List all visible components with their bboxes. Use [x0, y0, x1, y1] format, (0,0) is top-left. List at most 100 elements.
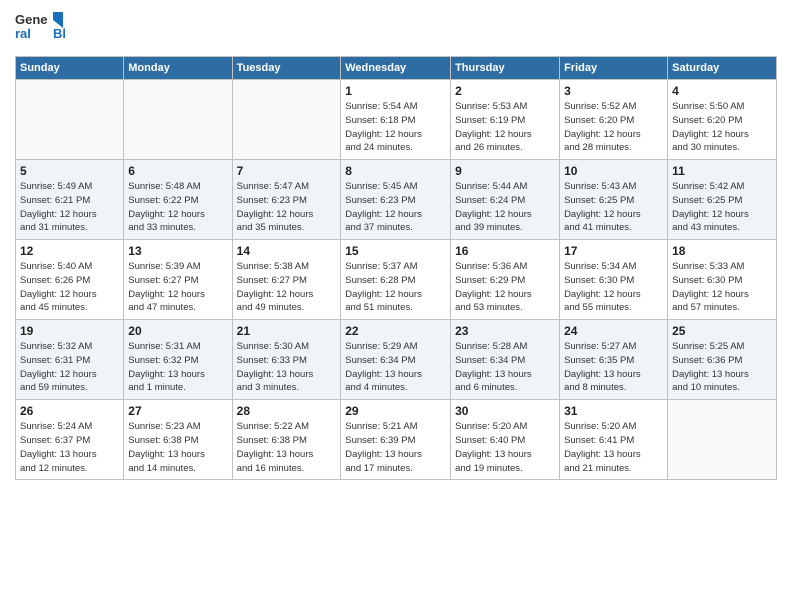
day-number: 7 [237, 164, 337, 178]
day-number: 16 [455, 244, 555, 258]
day-info: Sunrise: 5:20 AMSunset: 6:40 PMDaylight:… [455, 420, 555, 475]
weekday-header-sunday: Sunday [16, 57, 124, 80]
day-info: Sunrise: 5:28 AMSunset: 6:34 PMDaylight:… [455, 340, 555, 395]
calendar-cell: 26 Sunrise: 5:24 AMSunset: 6:37 PMDayligh… [16, 400, 124, 480]
day-info: Sunrise: 5:53 AMSunset: 6:19 PMDaylight:… [455, 100, 555, 155]
day-info: Sunrise: 5:50 AMSunset: 6:20 PMDaylight:… [672, 100, 772, 155]
day-number: 17 [564, 244, 663, 258]
day-number: 27 [128, 404, 227, 418]
day-number: 31 [564, 404, 663, 418]
day-number: 28 [237, 404, 337, 418]
day-info: Sunrise: 5:24 AMSunset: 6:37 PMDaylight:… [20, 420, 119, 475]
page-header: Gene ral Blue [15, 10, 777, 48]
day-number: 2 [455, 84, 555, 98]
day-number: 30 [455, 404, 555, 418]
weekday-header-thursday: Thursday [451, 57, 560, 80]
day-info: Sunrise: 5:39 AMSunset: 6:27 PMDaylight:… [128, 260, 227, 315]
calendar-week-3: 12 Sunrise: 5:40 AMSunset: 6:26 PMDayligh… [16, 240, 777, 320]
day-number: 29 [345, 404, 446, 418]
calendar-cell: 14 Sunrise: 5:38 AMSunset: 6:27 PMDayligh… [232, 240, 341, 320]
day-info: Sunrise: 5:44 AMSunset: 6:24 PMDaylight:… [455, 180, 555, 235]
day-number: 3 [564, 84, 663, 98]
day-info: Sunrise: 5:54 AMSunset: 6:18 PMDaylight:… [345, 100, 446, 155]
day-info: Sunrise: 5:33 AMSunset: 6:30 PMDaylight:… [672, 260, 772, 315]
day-info: Sunrise: 5:38 AMSunset: 6:27 PMDaylight:… [237, 260, 337, 315]
calendar-cell: 6 Sunrise: 5:48 AMSunset: 6:22 PMDaylight… [124, 160, 232, 240]
day-number: 21 [237, 324, 337, 338]
calendar-cell: 11 Sunrise: 5:42 AMSunset: 6:25 PMDayligh… [668, 160, 777, 240]
calendar-cell [668, 400, 777, 480]
day-number: 22 [345, 324, 446, 338]
day-number: 9 [455, 164, 555, 178]
day-number: 4 [672, 84, 772, 98]
day-number: 6 [128, 164, 227, 178]
day-info: Sunrise: 5:22 AMSunset: 6:38 PMDaylight:… [237, 420, 337, 475]
svg-text:ral: ral [15, 26, 31, 41]
calendar-cell: 22Sunrise: 5:29 AMSunset: 6:34 PMDayligh… [341, 320, 451, 400]
calendar-week-1: 1 Sunrise: 5:54 AMSunset: 6:18 PMDaylight… [16, 80, 777, 160]
day-info: Sunrise: 5:23 AMSunset: 6:38 PMDaylight:… [128, 420, 227, 475]
calendar-cell [16, 80, 124, 160]
day-info: Sunrise: 5:27 AMSunset: 6:35 PMDaylight:… [564, 340, 663, 395]
day-number: 1 [345, 84, 446, 98]
calendar-cell: 18 Sunrise: 5:33 AMSunset: 6:30 PMDayligh… [668, 240, 777, 320]
calendar-cell: 20 Sunrise: 5:31 AMSunset: 6:32 PMDayligh… [124, 320, 232, 400]
calendar-cell: 1 Sunrise: 5:54 AMSunset: 6:18 PMDaylight… [341, 80, 451, 160]
calendar-cell: 30 Sunrise: 5:20 AMSunset: 6:40 PMDayligh… [451, 400, 560, 480]
day-info: Sunrise: 5:48 AMSunset: 6:22 PMDaylight:… [128, 180, 227, 235]
day-info: Sunrise: 5:43 AMSunset: 6:25 PMDaylight:… [564, 180, 663, 235]
day-info: Sunrise: 5:21 AMSunset: 6:39 PMDaylight:… [345, 420, 446, 475]
logo-svg: Gene ral Blue [15, 10, 65, 48]
weekday-header-tuesday: Tuesday [232, 57, 341, 80]
svg-text:Gene: Gene [15, 12, 48, 27]
calendar-cell: 10 Sunrise: 5:43 AMSunset: 6:25 PMDayligh… [560, 160, 668, 240]
day-info: Sunrise: 5:31 AMSunset: 6:32 PMDaylight:… [128, 340, 227, 395]
weekday-header-monday: Monday [124, 57, 232, 80]
day-info: Sunrise: 5:45 AMSunset: 6:23 PMDaylight:… [345, 180, 446, 235]
calendar-cell: 12 Sunrise: 5:40 AMSunset: 6:26 PMDayligh… [16, 240, 124, 320]
day-number: 18 [672, 244, 772, 258]
day-number: 14 [237, 244, 337, 258]
calendar-cell: 21 Sunrise: 5:30 AMSunset: 6:33 PMDayligh… [232, 320, 341, 400]
day-info: Sunrise: 5:20 AMSunset: 6:41 PMDaylight:… [564, 420, 663, 475]
day-info: Sunrise: 5:30 AMSunset: 6:33 PMDaylight:… [237, 340, 337, 395]
calendar-cell: 29 Sunrise: 5:21 AMSunset: 6:39 PMDayligh… [341, 400, 451, 480]
day-number: 19 [20, 324, 119, 338]
calendar-cell: 24 Sunrise: 5:27 AMSunset: 6:35 PMDayligh… [560, 320, 668, 400]
weekday-header-friday: Friday [560, 57, 668, 80]
calendar-cell: 8 Sunrise: 5:45 AMSunset: 6:23 PMDaylight… [341, 160, 451, 240]
day-number: 13 [128, 244, 227, 258]
day-number: 20 [128, 324, 227, 338]
calendar-cell [232, 80, 341, 160]
calendar-cell: 3 Sunrise: 5:52 AMSunset: 6:20 PMDaylight… [560, 80, 668, 160]
day-number: 5 [20, 164, 119, 178]
day-info: Sunrise: 5:49 AMSunset: 6:21 PMDaylight:… [20, 180, 119, 235]
day-info: Sunrise: 5:40 AMSunset: 6:26 PMDaylight:… [20, 260, 119, 315]
day-number: 24 [564, 324, 663, 338]
calendar-cell: 5 Sunrise: 5:49 AMSunset: 6:21 PMDaylight… [16, 160, 124, 240]
day-info: Sunrise: 5:32 AMSunset: 6:31 PMDaylight:… [20, 340, 119, 395]
calendar-cell: 28 Sunrise: 5:22 AMSunset: 6:38 PMDayligh… [232, 400, 341, 480]
calendar-cell: 7 Sunrise: 5:47 AMSunset: 6:23 PMDaylight… [232, 160, 341, 240]
calendar-cell [124, 80, 232, 160]
calendar-table: SundayMondayTuesdayWednesdayThursdayFrid… [15, 56, 777, 480]
weekday-header-wednesday: Wednesday [341, 57, 451, 80]
calendar-cell: 25Sunrise: 5:25 AMSunset: 6:36 PMDayligh… [668, 320, 777, 400]
calendar-cell: 23Sunrise: 5:28 AMSunset: 6:34 PMDayligh… [451, 320, 560, 400]
day-number: 11 [672, 164, 772, 178]
day-number: 8 [345, 164, 446, 178]
day-info: Sunrise: 5:47 AMSunset: 6:23 PMDaylight:… [237, 180, 337, 235]
calendar-cell: 16Sunrise: 5:36 AMSunset: 6:29 PMDayligh… [451, 240, 560, 320]
weekday-header-saturday: Saturday [668, 57, 777, 80]
calendar-cell: 19 Sunrise: 5:32 AMSunset: 6:31 PMDayligh… [16, 320, 124, 400]
day-number: 10 [564, 164, 663, 178]
day-info: Sunrise: 5:25 AMSunset: 6:36 PMDaylight:… [672, 340, 772, 395]
svg-text:Blue: Blue [53, 26, 65, 41]
day-info: Sunrise: 5:52 AMSunset: 6:20 PMDaylight:… [564, 100, 663, 155]
calendar-week-2: 5 Sunrise: 5:49 AMSunset: 6:21 PMDaylight… [16, 160, 777, 240]
day-number: 12 [20, 244, 119, 258]
calendar-week-5: 26 Sunrise: 5:24 AMSunset: 6:37 PMDayligh… [16, 400, 777, 480]
day-info: Sunrise: 5:42 AMSunset: 6:25 PMDaylight:… [672, 180, 772, 235]
calendar-cell: 13 Sunrise: 5:39 AMSunset: 6:27 PMDayligh… [124, 240, 232, 320]
day-number: 26 [20, 404, 119, 418]
